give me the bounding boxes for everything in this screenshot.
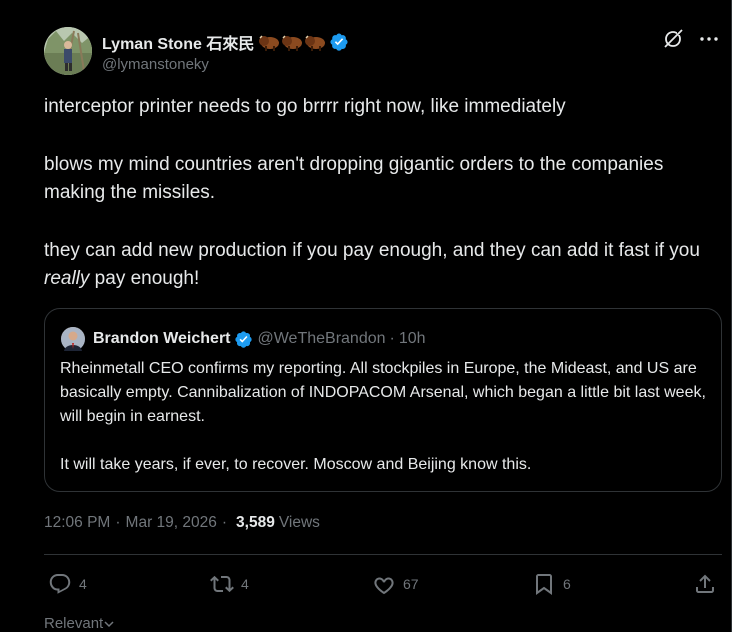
author-avatar[interactable] <box>44 27 92 75</box>
repost-icon <box>210 575 234 593</box>
tweet-page: Lyman Stone 石來民 @lymanstoneky intercepto… <box>0 0 732 632</box>
repost-count: 4 <box>241 576 249 592</box>
bookmark-count: 6 <box>563 576 571 592</box>
bookmark-button[interactable]: 6 <box>532 572 571 596</box>
meta-separator-2: · <box>221 514 228 531</box>
name-row: Lyman Stone 石來民 <box>102 30 349 54</box>
tweet-date[interactable]: Mar 19, 2026 <box>126 514 217 532</box>
share-button[interactable] <box>693 572 717 596</box>
quoted-author-handle: @WeTheBrandon <box>257 330 386 347</box>
author-handle[interactable]: @lymanstoneky <box>102 56 349 73</box>
grok-icon[interactable] <box>662 28 684 50</box>
tweet-paragraph-3-end: pay enough! <box>89 268 200 290</box>
actions-divider <box>44 554 722 555</box>
verified-badge-icon <box>330 32 348 51</box>
tweet-header: Lyman Stone 石來民 @lymanstoneky <box>44 27 349 75</box>
like-count: 67 <box>403 576 419 592</box>
tweet-paragraph-3: they can add new production if you pay e… <box>44 237 724 294</box>
meta-separator: · <box>115 514 121 531</box>
grok-logo-icon <box>664 29 683 48</box>
tweet-paragraph-3-start: they can add new production if you pay e… <box>44 239 700 261</box>
quoted-timestamp: 10h <box>398 330 426 347</box>
quoted-tweet[interactable]: Brandon Weichert @WeTheBrandon · 10h Rhe… <box>44 308 722 492</box>
ellipsis-icon <box>700 37 718 41</box>
bison-emoji-icon <box>282 34 303 51</box>
chevron-down-icon <box>104 620 114 627</box>
quoted-author-avatar[interactable] <box>61 327 85 351</box>
quoted-paragraph-1: Rheinmetall CEO confirms my reporting. A… <box>60 360 706 425</box>
quoted-separator: · <box>389 330 395 347</box>
share-icon <box>696 574 714 593</box>
quoted-tweet-header: Brandon Weichert @WeTheBrandon · 10h <box>61 327 426 351</box>
name-emojis <box>258 33 326 51</box>
like-button[interactable]: 67 <box>372 572 419 596</box>
reply-sort-label: Relevant <box>44 615 104 632</box>
avatar-photo-icon <box>44 27 92 75</box>
quoted-author-name: Brandon Weichert <box>93 330 231 347</box>
quoted-paragraph-2: It will take years, if ever, to recover.… <box>60 456 532 473</box>
bison-emoji-icon <box>305 34 326 51</box>
bookmark-icon <box>536 574 552 595</box>
heart-icon <box>374 577 394 595</box>
more-options-icon[interactable] <box>698 28 720 50</box>
header-actions <box>662 28 720 50</box>
author-names: Lyman Stone 石來民 @lymanstoneky <box>102 30 349 73</box>
quoted-avatar-photo-icon <box>61 327 85 351</box>
tweet-text: interceptor printer needs to go brrrr ri… <box>44 93 724 294</box>
tweet-paragraph-1: interceptor printer needs to go brrrr ri… <box>44 96 566 117</box>
tweet-paragraph-2: blows my mind countries aren't dropping … <box>44 153 664 204</box>
repost-button[interactable]: 4 <box>210 572 249 596</box>
author-name[interactable]: Lyman Stone 石來民 <box>102 30 254 54</box>
reply-button[interactable]: 4 <box>48 572 87 596</box>
quoted-tweet-text: Rheinmetall CEO confirms my reporting. A… <box>60 357 710 477</box>
reply-icon <box>49 574 71 594</box>
tweet-emphasis: really <box>44 268 90 290</box>
reply-count: 4 <box>79 576 87 592</box>
tweet-time[interactable]: 12:06 PM <box>44 514 110 532</box>
action-bar: 4 4 67 6 <box>48 572 720 604</box>
views-count: 3,589 <box>236 514 275 531</box>
tweet-meta: 12:06 PM · Mar 19, 2026 · 3,589 Views <box>44 514 320 532</box>
quoted-verified-badge-icon <box>234 330 252 348</box>
bison-emoji-icon <box>259 34 280 51</box>
reply-sort-dropdown[interactable]: Relevant <box>44 615 115 632</box>
views-label: Views <box>278 514 320 531</box>
